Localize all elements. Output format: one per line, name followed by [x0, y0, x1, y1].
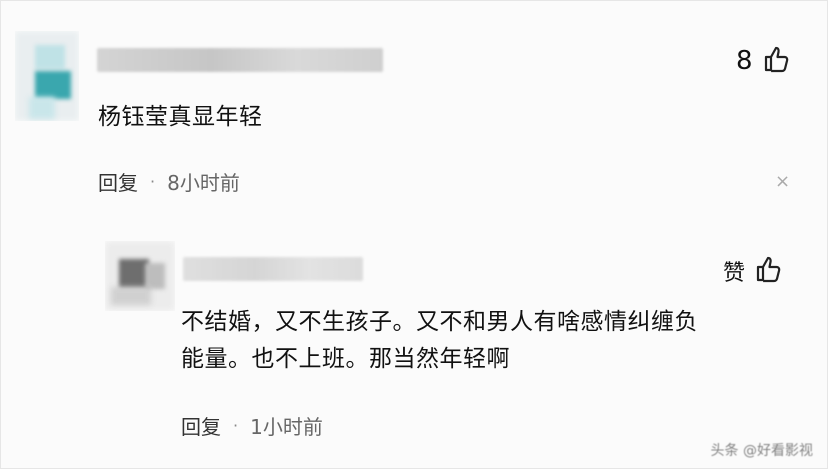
- comment-meta: 回复 · 1小时前: [181, 411, 323, 440]
- thumbs-up-icon: [755, 255, 783, 287]
- thumbs-up-icon: [763, 45, 791, 77]
- comment-text-line: 不结婚，又不生孩子。又不和男人有啥感情纠缠负: [181, 309, 698, 335]
- like-button[interactable]: 8: [736, 45, 791, 77]
- separator-dot: ·: [233, 416, 239, 435]
- reply-button[interactable]: 回复: [98, 167, 138, 196]
- watermark: 头条 @好看影视: [710, 443, 813, 459]
- timestamp: 8小时前: [167, 171, 240, 195]
- comment-text: 不结婚，又不生孩子。又不和男人有啥感情纠缠负 能量。也不上班。那当然年轻啊: [181, 304, 698, 378]
- separator-dot: ·: [150, 172, 156, 191]
- like-label: 赞: [723, 261, 746, 286]
- comment-meta: 回复 · 8小时前: [98, 167, 240, 196]
- timestamp: 1小时前: [250, 415, 323, 439]
- avatar[interactable]: [105, 241, 175, 311]
- comment-text-line: 能量。也不上班。那当然年轻啊: [181, 346, 510, 372]
- comment-card: 8 杨钰莹真显年轻 回复 · 8小时前 × 赞 不结婚，又不生孩子。又不和男人有…: [0, 0, 828, 469]
- avatar[interactable]: [15, 31, 79, 121]
- username-blurred[interactable]: [97, 48, 383, 72]
- close-icon[interactable]: ×: [775, 171, 790, 192]
- username-blurred[interactable]: [183, 257, 363, 281]
- comment-text: 杨钰莹真显年轻: [98, 104, 263, 130]
- reply-button[interactable]: 回复: [181, 411, 221, 440]
- like-button[interactable]: 赞: [723, 255, 783, 287]
- like-count: 8: [736, 46, 753, 76]
